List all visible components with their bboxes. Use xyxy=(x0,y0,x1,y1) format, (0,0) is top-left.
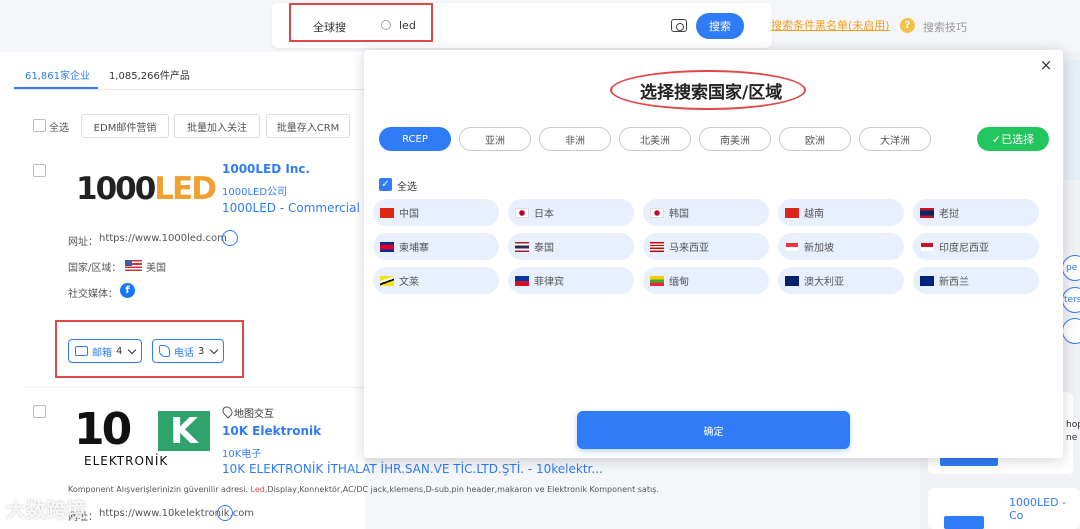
flag-th-icon xyxy=(515,241,529,252)
blacklist-link[interactable]: 搜索条件黑名单(未启用) xyxy=(771,17,890,33)
search-scope-selector[interactable]: 全球搜 xyxy=(313,19,346,35)
facebook-icon[interactable]: f xyxy=(120,283,135,298)
company-desc[interactable]: 1000LED - Commercial LE xyxy=(222,201,378,215)
flag-mm-icon xyxy=(650,275,664,286)
envelope-icon xyxy=(75,346,88,356)
search-icon xyxy=(381,20,391,30)
company-name-cn: 1000LED公司 xyxy=(222,187,288,198)
country-chip-malaysia[interactable]: 马来西亚 xyxy=(643,233,769,260)
right-text-fragment: ne xyxy=(1066,433,1078,443)
country-chip-new-zealand[interactable]: 新西兰 xyxy=(913,267,1039,294)
country-value: 美国 xyxy=(146,263,166,274)
card-checkbox[interactable] xyxy=(33,405,46,418)
flag-vn-icon xyxy=(785,207,799,218)
flag-kh-icon xyxy=(380,241,394,252)
tab-divider xyxy=(14,89,365,90)
flag-nz-icon xyxy=(920,275,934,286)
region-tab-africa[interactable]: 非洲 xyxy=(539,127,611,151)
selected-button[interactable]: ✓已选择 xyxy=(977,127,1049,151)
card-checkbox[interactable] xyxy=(33,164,46,177)
country-chip-laos[interactable]: 老挝 xyxy=(913,199,1039,226)
select-all-checkbox[interactable] xyxy=(33,119,46,132)
share-icon[interactable] xyxy=(222,230,238,246)
country-chip-japan[interactable]: 日本 xyxy=(508,199,634,226)
flag-bn-icon xyxy=(380,275,394,286)
website-link[interactable]: https://www.1000led.com xyxy=(99,233,227,244)
search-input[interactable]: led xyxy=(399,19,416,32)
country-chip-vietnam[interactable]: 越南 xyxy=(778,199,904,226)
country-chip-philippines[interactable]: 菲律宾 xyxy=(508,267,634,294)
region-tab-oceania[interactable]: 大洋洲 xyxy=(859,127,931,151)
country-chip-brunei[interactable]: 文莱 xyxy=(373,267,499,294)
select-all-checkbox[interactable]: ✓ xyxy=(379,178,392,191)
us-flag-icon xyxy=(125,260,142,271)
country-chip-indonesia[interactable]: 印度尼西亚 xyxy=(913,233,1039,260)
help-icon[interactable]: ? xyxy=(900,18,915,33)
flag-au-icon xyxy=(785,275,799,286)
email-count: 4 xyxy=(116,345,123,357)
right-text-fragment: ters xyxy=(1064,295,1080,305)
flag-ph-icon xyxy=(515,275,529,286)
company-logo: 10 K ELEKTRONİK xyxy=(74,408,210,470)
batch-crm-button[interactable]: 批量存入CRM xyxy=(266,114,350,138)
company-name-cn: 10K电子 xyxy=(222,449,262,460)
flag-la-icon xyxy=(920,207,934,218)
right-map-strip xyxy=(1064,60,1080,180)
tab-products[interactable]: 1,085,266件产品 xyxy=(109,67,190,82)
company-desc[interactable]: 10K ELEKTRONİK İTHALAT İHR.SAN.VE TİC.LT… xyxy=(222,462,603,476)
region-tab-europe[interactable]: 欧洲 xyxy=(779,127,851,151)
country-chip-thailand[interactable]: 泰国 xyxy=(508,233,634,260)
camera-icon[interactable] xyxy=(671,19,687,32)
country-chip-australia[interactable]: 澳大利亚 xyxy=(778,267,904,294)
close-icon[interactable]: × xyxy=(1039,58,1053,73)
chevron-down-icon xyxy=(128,345,137,354)
flag-cn-icon xyxy=(380,207,394,218)
flag-sg-icon xyxy=(785,241,799,252)
email-button[interactable]: 邮箱 4 xyxy=(68,339,143,363)
map-label[interactable]: 地图交互 xyxy=(234,405,274,420)
tab-companies[interactable]: 61,861家企业 xyxy=(25,67,90,82)
phone-button[interactable]: 电话 3 xyxy=(152,339,225,363)
right-card-graphic-2 xyxy=(944,516,984,529)
search-button[interactable]: 搜索 xyxy=(696,13,744,39)
region-tab-south-america[interactable]: 南美洲 xyxy=(699,127,771,151)
select-all-label: 全选 xyxy=(49,123,69,134)
company-logo: 1000LED xyxy=(76,171,217,207)
batch-follow-button[interactable]: 批量加入关注 xyxy=(174,114,260,138)
select-all-label: 全选 xyxy=(397,182,417,193)
country-chip-myanmar[interactable]: 缅甸 xyxy=(643,267,769,294)
company-name[interactable]: 10K Elektronik xyxy=(222,424,321,438)
region-tab-rcep[interactable]: RCEP xyxy=(379,127,451,151)
country-chip-korea[interactable]: 韩国 xyxy=(643,199,769,226)
flag-my-icon xyxy=(650,241,664,252)
social-label: 社交媒体： xyxy=(68,289,118,300)
flag-id-icon xyxy=(920,241,934,252)
country-chip-cambodia[interactable]: 柬埔寨 xyxy=(373,233,499,260)
company-name[interactable]: 1000LED Inc. xyxy=(222,162,310,176)
search-tips-link[interactable]: 搜索技巧 xyxy=(923,19,967,35)
phone-count: 3 xyxy=(198,345,205,357)
country-chip-china[interactable]: 中国 xyxy=(373,199,499,226)
right-card-name[interactable]: 1000LED - Co xyxy=(1009,496,1080,522)
edm-button[interactable]: EDM邮件营销 xyxy=(81,114,169,138)
website-label: 网址： xyxy=(68,237,98,248)
flag-kr-icon xyxy=(650,207,664,218)
region-tab-north-america[interactable]: 北美洲 xyxy=(619,127,691,151)
phone-icon xyxy=(159,345,170,357)
flag-jp-icon xyxy=(515,207,529,218)
region-tab-asia[interactable]: 亚洲 xyxy=(459,127,531,151)
watermark: 大数跨境 xyxy=(6,498,86,522)
confirm-button[interactable]: 确定 xyxy=(577,411,850,449)
phone-label: 电话 xyxy=(174,347,194,359)
right-text-fragment: pe xyxy=(1066,263,1078,273)
modal-title: 选择搜索国家/区域 xyxy=(640,83,783,103)
chevron-down-icon xyxy=(210,345,219,354)
country-chip-singapore[interactable]: 新加坡 xyxy=(778,233,904,260)
share-icon[interactable] xyxy=(217,505,233,521)
company-summary: Komponent Alışverişlerinizin güvenilir a… xyxy=(68,485,659,494)
right-text-fragment: hop xyxy=(1066,420,1080,430)
country-label: 国家/区域： xyxy=(68,263,122,274)
email-label: 邮箱 xyxy=(92,347,112,359)
